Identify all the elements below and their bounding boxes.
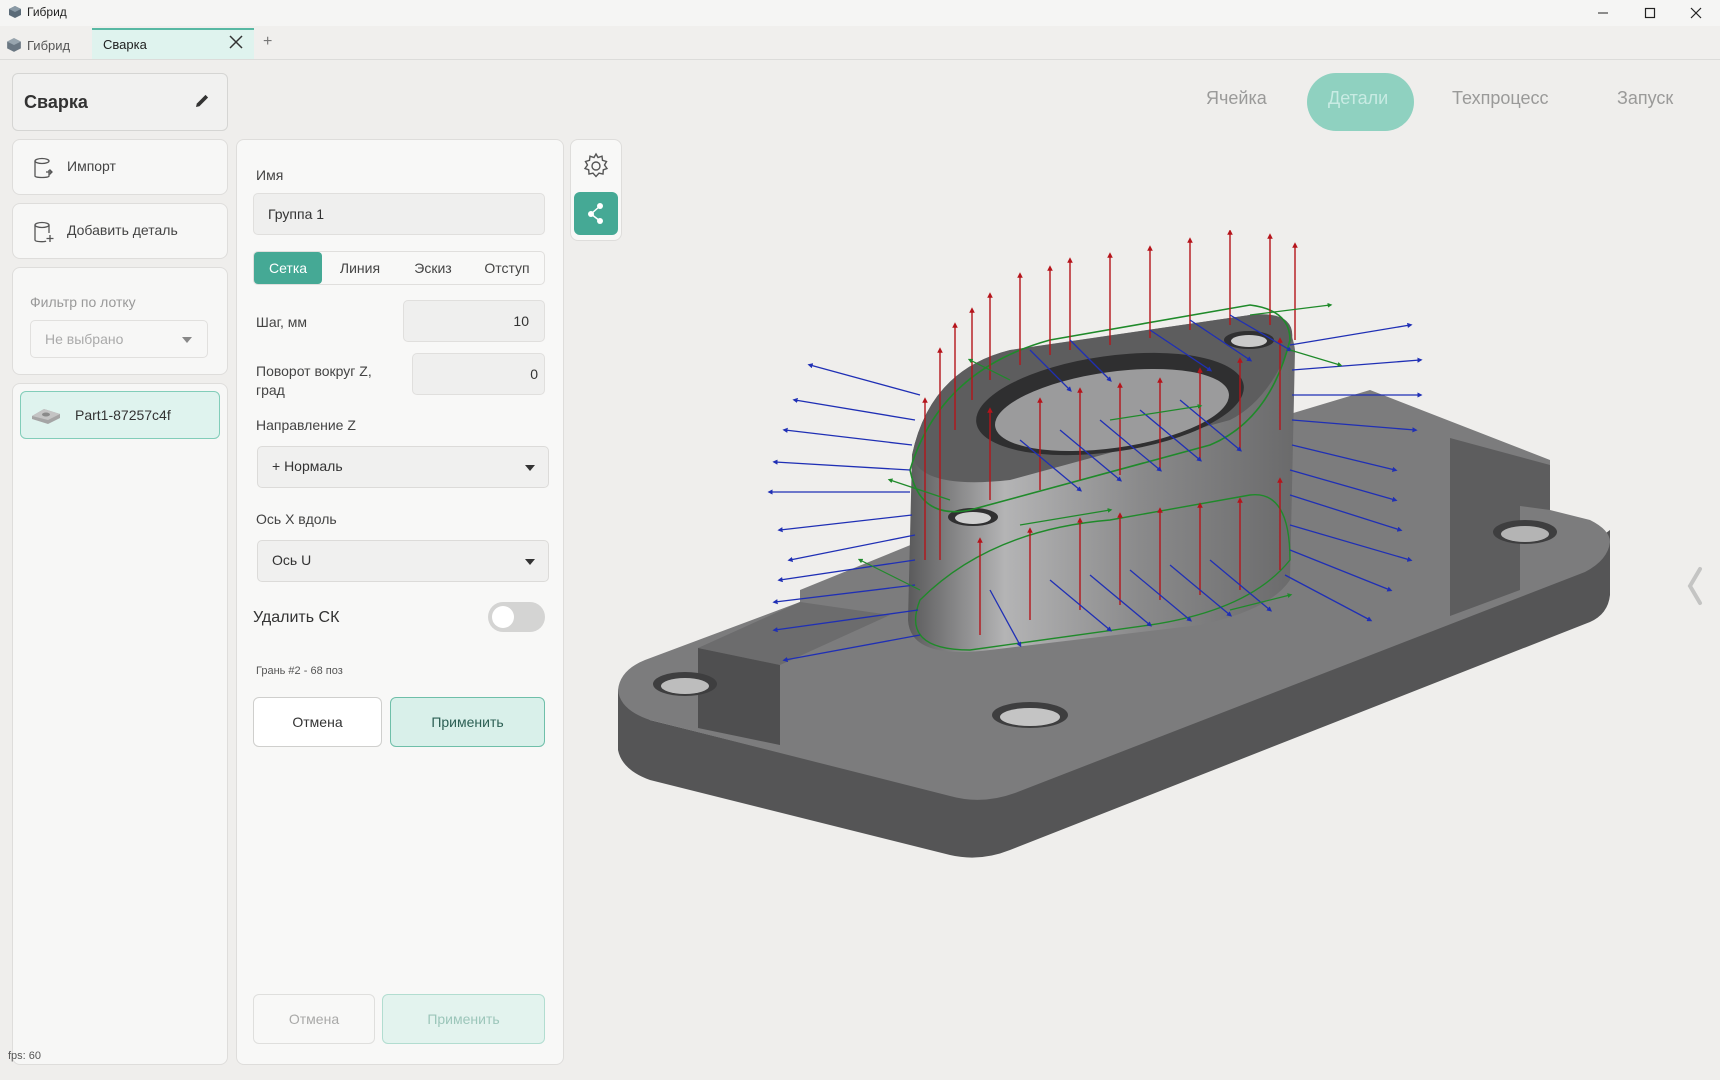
close-icon	[229, 35, 243, 49]
window-title: Гибрид	[27, 5, 67, 19]
tab-close-button[interactable]	[229, 33, 243, 54]
filter-label: Фильтр по лотку	[30, 294, 136, 310]
close-icon	[1690, 7, 1702, 19]
apply-button-disabled[interactable]: Применить	[382, 994, 545, 1044]
direction-z-value: + Нормаль	[272, 458, 343, 474]
tab-grid[interactable]: Сетка	[254, 252, 322, 284]
app-logo-icon	[9, 6, 21, 18]
project-name: Сварка	[24, 92, 88, 112]
fps-counter: fps: 60	[8, 1050, 42, 1062]
tab-project-label: Сварка	[103, 37, 147, 52]
cancel-button-disabled[interactable]: Отмена	[253, 994, 375, 1044]
tab-offset[interactable]: Отступ	[470, 252, 544, 284]
maximize-button[interactable]	[1632, 3, 1668, 23]
add-tab-button[interactable]: +	[263, 33, 272, 51]
part-thumbnail-icon	[32, 409, 60, 424]
tray-filter-value: Не выбрано	[45, 331, 124, 347]
3d-viewport[interactable]	[590, 230, 1640, 950]
part-list-item-label: Part1-87257c4f	[75, 407, 171, 423]
rotation-input-value: 0	[530, 366, 538, 382]
app-logo-icon	[7, 38, 21, 52]
axis-x-value: Ось U	[272, 552, 312, 568]
face-info: Грань #2 - 68 поз	[256, 665, 343, 677]
minimize-icon	[1598, 12, 1608, 14]
tab-home[interactable]: Гибрид	[6, 34, 70, 56]
apply-button[interactable]: Применить	[390, 697, 545, 747]
nav-run[interactable]: Запуск	[1617, 88, 1673, 109]
add-part-label: Добавить деталь	[67, 222, 178, 238]
database-add-icon	[34, 221, 54, 243]
edit-pencil-icon[interactable]	[193, 92, 211, 110]
nav-process[interactable]: Техпроцесс	[1452, 88, 1549, 109]
minimize-button[interactable]	[1585, 3, 1621, 23]
axis-x-label: Ось X вдоль	[256, 511, 337, 527]
title-bar	[0, 0, 1720, 26]
step-label: Шаг, мм	[256, 314, 308, 330]
name-input-value: Группа 1	[268, 206, 325, 222]
tab-sketch[interactable]: Эскиз	[397, 252, 469, 284]
tab-bar	[0, 26, 1720, 60]
cancel-button[interactable]: Отмена	[253, 697, 382, 747]
chevron-down-icon	[525, 465, 535, 471]
import-label: Импорт	[67, 158, 116, 174]
graph-tool-button[interactable]	[574, 192, 618, 235]
gear-icon[interactable]	[580, 150, 612, 182]
parts-list-panel	[12, 383, 228, 1065]
chevron-left-icon[interactable]	[1686, 566, 1704, 606]
tab-home-label: Гибрид	[27, 37, 71, 53]
delete-cs-label: Удалить СК	[253, 609, 340, 626]
add-part-button[interactable]: Добавить деталь	[12, 203, 228, 259]
rotation-label: Поворот вокруг Z, град	[256, 363, 372, 398]
direction-z-label: Направление Z	[256, 417, 356, 433]
maximize-icon	[1644, 7, 1656, 19]
name-label: Имя	[256, 167, 284, 183]
chevron-down-icon	[182, 337, 192, 343]
step-input-value: 10	[513, 313, 529, 329]
share-icon	[588, 203, 603, 224]
database-import-icon	[34, 157, 53, 179]
nav-cell[interactable]: Ячейка	[1206, 88, 1267, 109]
toggle-knob	[492, 606, 514, 628]
close-window-button[interactable]	[1678, 3, 1714, 23]
import-button[interactable]: Импорт	[12, 139, 228, 195]
nav-details[interactable]: Детали	[1328, 88, 1388, 109]
part-model	[618, 314, 1610, 858]
tab-line[interactable]: Линия	[324, 252, 396, 284]
chevron-down-icon	[525, 559, 535, 565]
